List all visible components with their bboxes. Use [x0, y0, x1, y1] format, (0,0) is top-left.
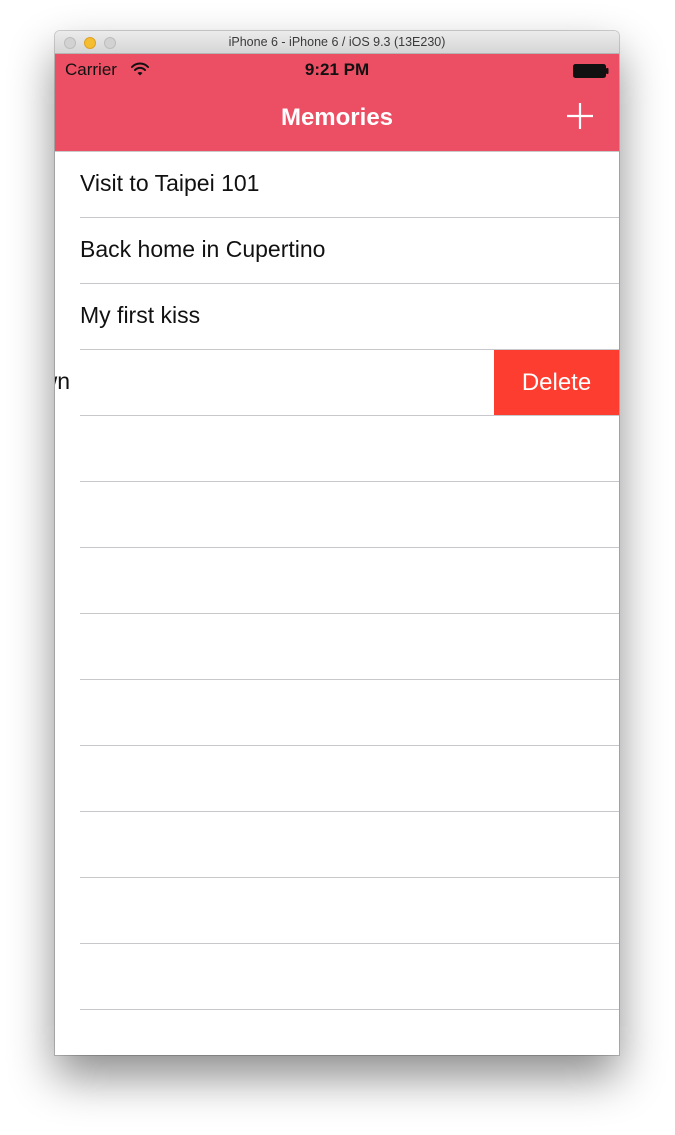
memory-row[interactable]: Back home in Cupertino [55, 218, 619, 284]
memory-title: Visit to Taipei 101 [80, 170, 260, 196]
row-separator [80, 1009, 619, 1010]
memory-row[interactable]: Visit to Taipei 101 [55, 152, 619, 218]
row-separator [80, 811, 619, 812]
row-separator [80, 679, 619, 680]
row-separator [80, 745, 619, 746]
row-separator [80, 547, 619, 548]
memories-table[interactable]: Visit to Taipei 101 Back home in Cuperti… [55, 152, 619, 1055]
plus-icon [567, 103, 593, 129]
memory-title: My first kiss [80, 302, 201, 328]
row-separator [80, 481, 619, 482]
add-memory-button[interactable] [565, 101, 595, 131]
memory-title: p in town [55, 368, 71, 394]
row-separator [80, 415, 619, 416]
row-separator [80, 943, 619, 944]
delete-button[interactable]: Delete [494, 350, 619, 416]
simulator-window: iPhone 6 - iPhone 6 / iOS 9.3 (13E230) C… [55, 31, 619, 1055]
battery-icon [573, 64, 609, 78]
row-separator [80, 877, 619, 878]
row-separator [80, 613, 619, 614]
nav-title: Memories [280, 104, 394, 131]
status-time: 9:21 PM [304, 60, 370, 79]
window-titlebar[interactable]: iPhone 6 - iPhone 6 / iOS 9.3 (13E230) [55, 31, 619, 54]
navigation-bar: Carrier 9:21 PM Memories [55, 54, 619, 152]
memory-title: Back home in Cupertino [80, 236, 326, 262]
memory-row[interactable]: My first kiss [55, 284, 619, 350]
memory-row-swiped[interactable]: p in town Delete [55, 350, 619, 416]
window-title: iPhone 6 - iPhone 6 / iOS 9.3 (13E230) [228, 35, 446, 49]
